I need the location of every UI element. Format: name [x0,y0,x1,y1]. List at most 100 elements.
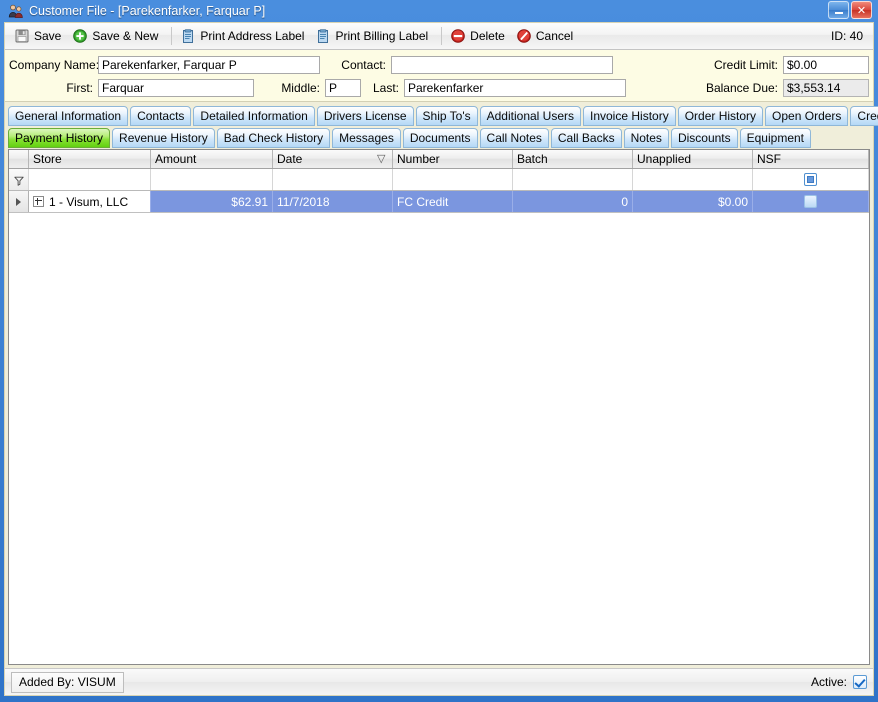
cancel-button[interactable]: Cancel [513,25,581,47]
balance-due-label: Balance Due: [705,80,778,95]
tab-label: Call Notes [486,131,542,145]
tab-call-notes[interactable]: Call Notes [479,128,549,148]
tab-label: General Information [15,109,122,123]
delete-button[interactable]: Delete [447,25,513,47]
column-label: Date [277,152,303,166]
print-billing-label-button-label: Print Billing Label [335,29,429,43]
column-label: Unapplied [637,152,692,166]
contact-input[interactable] [391,55,613,74]
grid-column-header-store[interactable]: Store [29,150,151,168]
last-name-input[interactable] [404,78,626,97]
filter-cell-store[interactable] [29,169,151,190]
credit-limit-label: Credit Limit: [713,57,778,72]
tab-equipment[interactable]: Equipment [739,128,811,148]
nsf-checkbox[interactable] [804,195,817,208]
middle-name-input[interactable] [325,78,361,97]
cell-number[interactable]: FC Credit [393,191,513,212]
grid-empty-area [9,213,869,664]
grid-column-header-number[interactable]: Number [393,150,513,168]
tab-label: Open Orders [772,109,842,123]
grid-column-header-unapplied[interactable]: Unapplied [633,150,753,168]
tab-strip: General Information Contacts Detailed In… [5,102,878,148]
save-button-label: Save [34,29,62,43]
tab-bad-check-history[interactable]: Bad Check History [216,128,331,148]
filter-cell-date[interactable] [273,169,393,190]
column-label: NSF [757,152,781,166]
tab-open-orders[interactable]: Open Orders [765,106,849,126]
grid-column-header-batch[interactable]: Batch [513,150,633,168]
grid-header-row: Store Amount Date Number Batch Unapplied… [9,150,869,169]
save-and-new-button-label: Save & New [92,29,159,43]
credit-limit-input[interactable] [783,55,869,74]
active-checkbox[interactable] [853,675,867,689]
filter-cell-batch[interactable] [513,169,633,190]
nsf-filter-checkbox[interactable] [804,173,817,186]
minimize-button[interactable] [828,1,849,19]
company-name-input[interactable] [98,55,320,74]
header-fields-row-2: First: Middle: Last: Balance Due: [9,77,869,98]
save-button[interactable]: Save [11,25,69,47]
tab-general-information[interactable]: General Information [8,106,129,126]
toolbar-separator [171,27,173,45]
tab-call-backs[interactable]: Call Backs [550,128,622,148]
tab-order-history[interactable]: Order History [677,106,764,126]
tab-notes[interactable]: Notes [623,128,669,148]
tab-messages[interactable]: Messages [332,128,401,148]
header-fields-row-1: Company Name: Contact: Credit Limit: [9,54,869,75]
tab-label: Payment History [15,131,104,145]
tab-detailed-information[interactable]: Detailed Information [193,106,315,126]
cell-unapplied[interactable]: $0.00 [633,191,753,212]
print-address-label-button[interactable]: Print Address Label [177,25,312,47]
tab-drivers-license[interactable]: Drivers License [316,106,414,126]
cell-store[interactable]: 1 - Visum, LLC [29,191,151,212]
column-label: Number [397,152,440,166]
filter-builder-button[interactable] [9,169,29,190]
close-button[interactable]: ✕ [851,1,872,19]
tab-contacts[interactable]: Contacts [130,106,192,126]
tab-label: Messages [339,131,394,145]
tab-label: Drivers License [323,109,407,123]
cancel-button-label: Cancel [535,29,574,43]
current-row-arrow-icon [16,197,21,206]
grid-column-header-amount[interactable]: Amount [151,150,273,168]
cell-amount[interactable]: $62.91 [151,191,273,212]
customer-file-window: Customer File - [Parekenfarker, Farquar … [0,0,878,702]
cell-date[interactable]: 11/7/2018 [273,191,393,212]
tab-documents[interactable]: Documents [402,128,478,148]
tab-credit-history[interactable]: Credit History [850,106,878,126]
table-row[interactable]: 1 - Visum, LLC $62.91 11/7/2018 FC Credi… [9,191,869,213]
grid-column-header-nsf[interactable]: NSF [753,150,869,168]
tab-label: Order History [684,109,757,123]
title-bar: Customer File - [Parekenfarker, Farquar … [4,0,874,22]
tab-row-primary: General Information Contacts Detailed In… [8,105,878,126]
tab-label: Discounts [677,131,731,145]
tab-label: Credit History [857,109,878,123]
grid-column-header-date[interactable]: Date [273,150,393,168]
cell-batch[interactable]: 0 [513,191,633,212]
delete-button-label: Delete [470,29,505,43]
first-name-input[interactable] [98,78,254,97]
filter-cell-number[interactable] [393,169,513,190]
tab-additional-users[interactable]: Additional Users [479,106,581,126]
filter-cell-nsf[interactable] [753,169,869,190]
tab-revenue-history[interactable]: Revenue History [112,128,215,148]
tab-label: Additional Users [486,109,574,123]
window-controls: ✕ [828,1,872,19]
tab-payment-history[interactable]: Payment History [8,128,111,148]
save-and-new-button[interactable]: Save & New [69,25,166,47]
payment-history-grid: Store Amount Date Number Batch Unapplied… [8,149,870,665]
tab-ship-tos[interactable]: Ship To's [415,106,478,126]
tab-row-secondary: Payment History Revenue History Bad Chec… [8,127,870,148]
tab-invoice-history[interactable]: Invoice History [583,106,676,126]
print-document-icon [181,28,195,44]
last-name-label: Last: [372,80,399,95]
cell-nsf[interactable] [753,191,869,212]
red-slash-circle-icon [517,29,531,43]
customer-people-icon [8,3,24,19]
print-billing-label-button[interactable]: Print Billing Label [312,25,436,47]
filter-cell-amount[interactable] [151,169,273,190]
filter-cell-unapplied[interactable] [633,169,753,190]
tab-label: Equipment [746,131,804,145]
expand-row-icon[interactable] [33,196,44,207]
tab-discounts[interactable]: Discounts [670,128,738,148]
